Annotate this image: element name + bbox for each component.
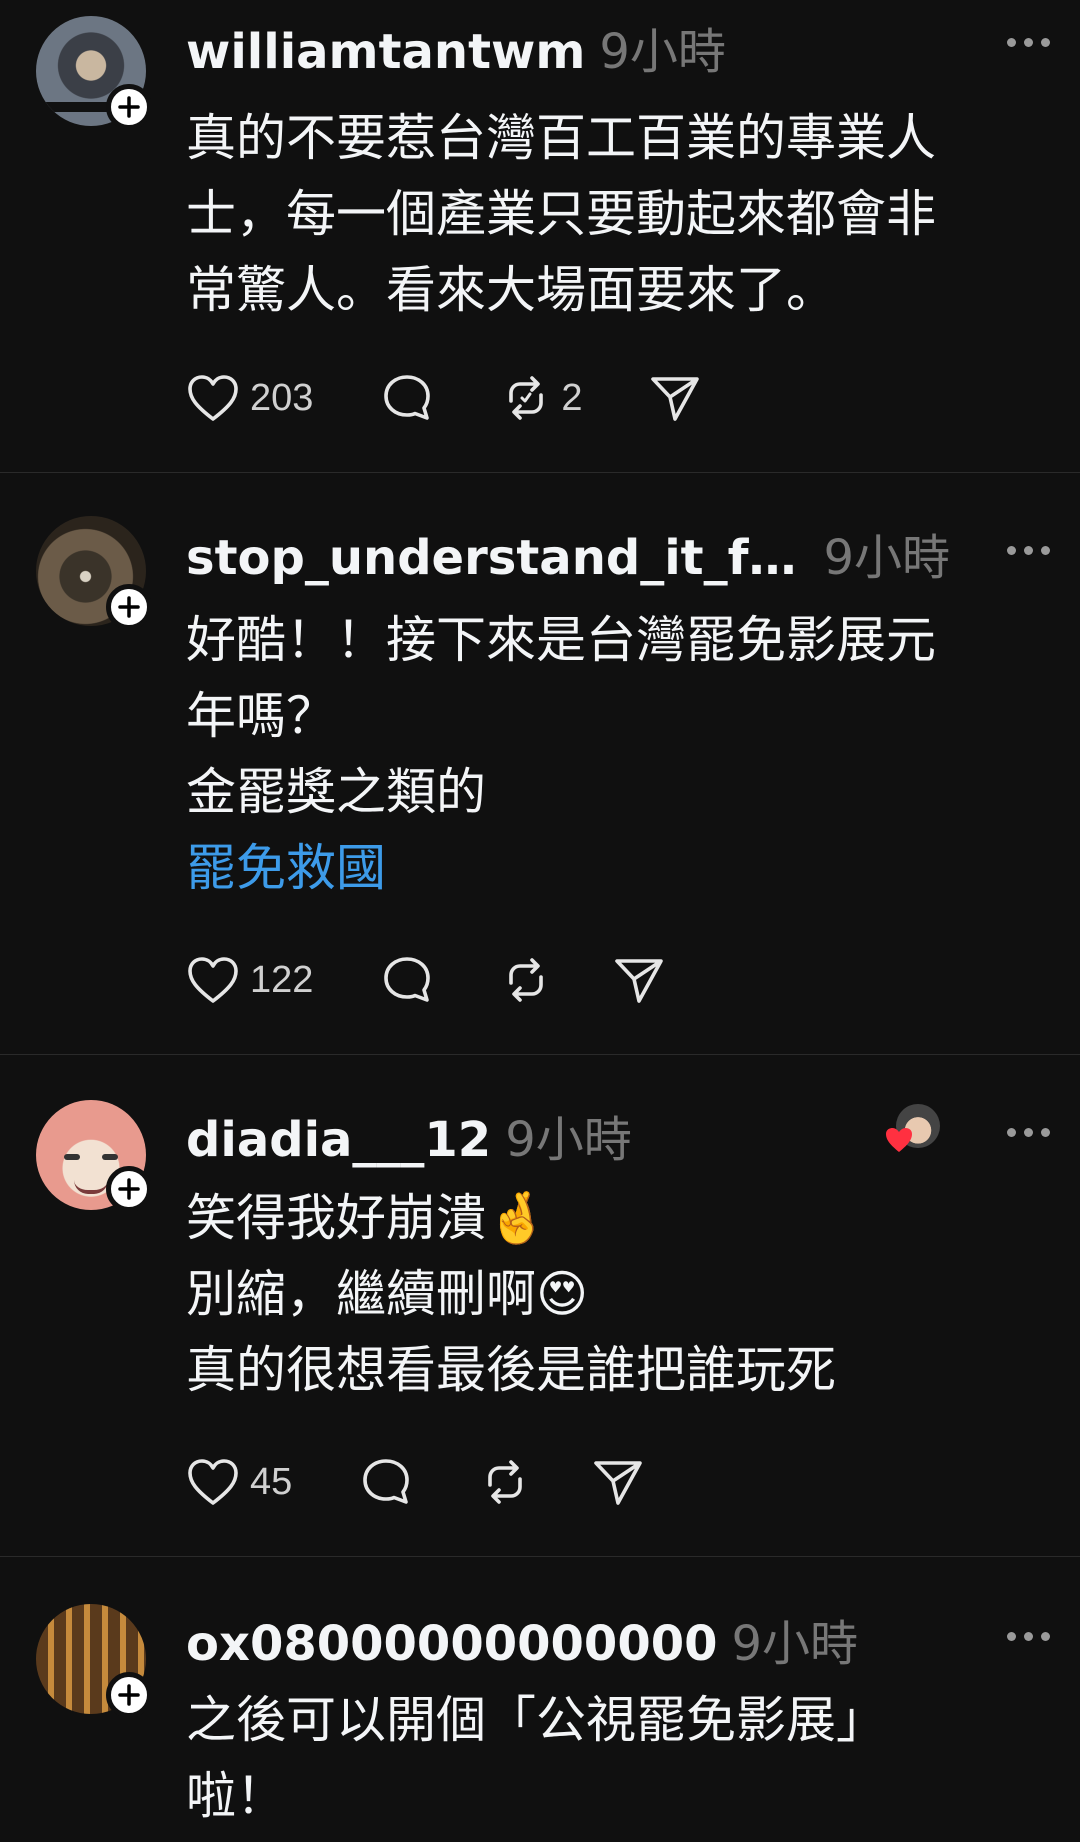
repost-button[interactable]: 2 [501,370,583,426]
text-line: 年嗎？ [186,687,336,745]
post-header: williamtantwm 9小時 [186,12,1044,80]
plus-icon [118,1684,140,1706]
reply-button[interactable] [360,1454,412,1510]
timestamp: 9小時 [823,530,950,586]
heart-icon [188,1459,238,1505]
timestamp: 9小時 [505,1112,632,1168]
heart-icon [188,375,238,421]
post-header: stop_understand_it_fee... 9小時 [186,518,950,586]
username[interactable]: stop_understand_it_fee... [186,530,797,586]
repost-icon [488,1460,523,1504]
text-line: 別縮，繼續刪啊😍 [186,1265,589,1323]
share-button[interactable] [592,1454,644,1510]
text-line: 常驚人。看來大場面要來了。 [186,261,836,319]
post-header: ox08000000000000 9小時 [186,1604,950,1672]
comment-icon [384,957,431,1002]
username[interactable]: ox08000000000000 [186,1616,718,1672]
share-button[interactable] [649,370,701,426]
post-diadia: diadia___12 9小時 笑得我好崩潰🤞 別縮，繼續刪啊😍 真的很想看最後… [0,1054,1080,1557]
follow-button[interactable] [106,1166,152,1212]
like-button[interactable]: 45 [186,1454,292,1510]
author-liked-badge [886,1104,940,1154]
text-line: 之後可以開個「公視罷免影展」 [186,1691,886,1749]
share-icon [650,377,699,421]
text-line: 金罷獎之類的 [186,763,486,821]
share-icon [594,1461,643,1505]
comment-icon [384,375,431,420]
more-icon[interactable] [1007,38,1050,47]
follow-button[interactable] [106,584,152,630]
text-line: 啦！ [186,1767,286,1825]
like-count: 45 [250,1460,293,1503]
timestamp: 9小時 [599,24,726,80]
text-line: 笑得我好崩潰🤞 [186,1189,549,1247]
like-count: 122 [250,958,314,1001]
reply-button[interactable] [381,952,433,1008]
text-line: 真的很想看最後是誰把誰玩死 [186,1341,836,1399]
repost-count: 2 [561,376,583,419]
action-bar: 203 2 [186,370,701,426]
follow-button[interactable] [106,84,152,130]
plus-icon [118,96,140,118]
like-button[interactable]: 203 [186,370,313,426]
post-stop-understand: stop_understand_it_fee... 9小時 好酷！！接下來是台灣… [0,472,1080,1055]
username[interactable]: williamtantwm [186,24,585,80]
post-ox08: ox08000000000000 9小時 之後可以開個「公視罷免影展」 啦！ [0,1556,1080,1842]
username[interactable]: diadia___12 [186,1112,491,1168]
action-bar: 122 [186,952,665,1008]
text-line: 士，每一個產業只要動起來都會非 [186,185,936,243]
heart-icon [188,957,238,1003]
timestamp: 9小時 [731,1616,859,1672]
repost-icon [509,958,544,1002]
more-icon[interactable] [1007,546,1050,555]
repost-button[interactable] [480,1454,530,1510]
more-icon[interactable] [1007,1632,1050,1641]
follow-button[interactable] [106,1672,152,1718]
share-icon [615,959,664,1003]
share-button[interactable] [613,952,665,1008]
like-count: 203 [250,376,314,419]
repost-button[interactable] [501,952,551,1008]
text-line: 好酷！！接下來是台灣罷免影展元 [186,611,936,669]
comment-icon [363,1459,410,1504]
plus-icon [118,1178,140,1200]
topic-tag-link[interactable]: 罷免救國 [186,830,1040,906]
post-text: 之後可以開個「公視罷免影展」 啦！ [186,1682,1040,1834]
post-text: 真的不要惹台灣百工百業的專業人 士，每一個產業只要動起來都會非 常驚人。看來大場… [186,100,1040,328]
post-text: 笑得我好崩潰🤞 別縮，繼續刪啊😍 真的很想看最後是誰把誰玩死 [186,1180,1040,1408]
like-button[interactable]: 122 [186,952,313,1008]
reply-button[interactable] [381,370,433,426]
post-williamtantwm: williamtantwm 9小時 真的不要惹台灣百工百業的專業人 士，每一個產… [0,0,1080,473]
repost-icon [509,376,544,420]
plus-icon [118,596,140,618]
post-text: 好酷！！接下來是台灣罷免影展元 年嗎？ 金罷獎之類的 罷免救國 [186,602,1040,906]
action-bar: 45 [186,1454,644,1510]
heart-icon [886,1128,912,1152]
more-icon[interactable] [1007,1128,1050,1137]
text-line: 真的不要惹台灣百工百業的專業人 [186,109,936,167]
post-header: diadia___12 9小時 [186,1100,880,1168]
